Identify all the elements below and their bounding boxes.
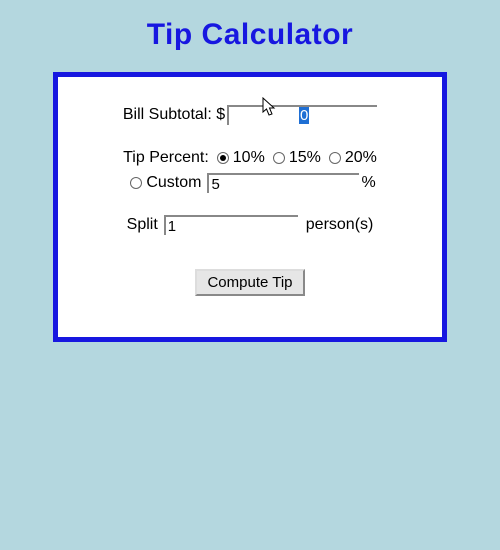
subtotal-input[interactable]: 0: [227, 105, 377, 125]
tip-radio-15[interactable]: [273, 152, 285, 164]
tip-radio-20[interactable]: [329, 152, 341, 164]
tip-radio-custom[interactable]: [130, 177, 142, 189]
tip-radio-10[interactable]: [217, 152, 229, 164]
tip-option-20: 20%: [345, 149, 377, 167]
tip-row-2: Custom %: [58, 173, 442, 194]
subtotal-row: Bill Subtotal: $ 0: [58, 105, 442, 125]
page-title: Tip Calculator: [0, 0, 500, 52]
compute-row: Compute Tip: [58, 269, 442, 296]
tip-option-15: 15%: [289, 149, 321, 167]
split-row: Split person(s): [58, 215, 442, 235]
split-input[interactable]: [164, 215, 298, 235]
subtotal-value: 0: [299, 107, 309, 124]
tip-row-1: Tip Percent: 10% 15% 20%: [58, 149, 442, 167]
split-label: Split: [127, 216, 158, 234]
tip-custom-input[interactable]: [207, 173, 359, 193]
compute-button[interactable]: Compute Tip: [195, 269, 304, 296]
subtotal-label: Bill Subtotal: $: [123, 106, 225, 124]
tip-custom-suffix: %: [361, 174, 375, 192]
calculator-panel: Bill Subtotal: $ 0 Tip Percent: 10% 15% …: [53, 72, 447, 342]
split-suffix: person(s): [306, 216, 374, 234]
tip-custom-label: Custom: [146, 174, 201, 192]
tip-option-10: 10%: [233, 149, 265, 167]
tip-label: Tip Percent:: [123, 149, 209, 167]
